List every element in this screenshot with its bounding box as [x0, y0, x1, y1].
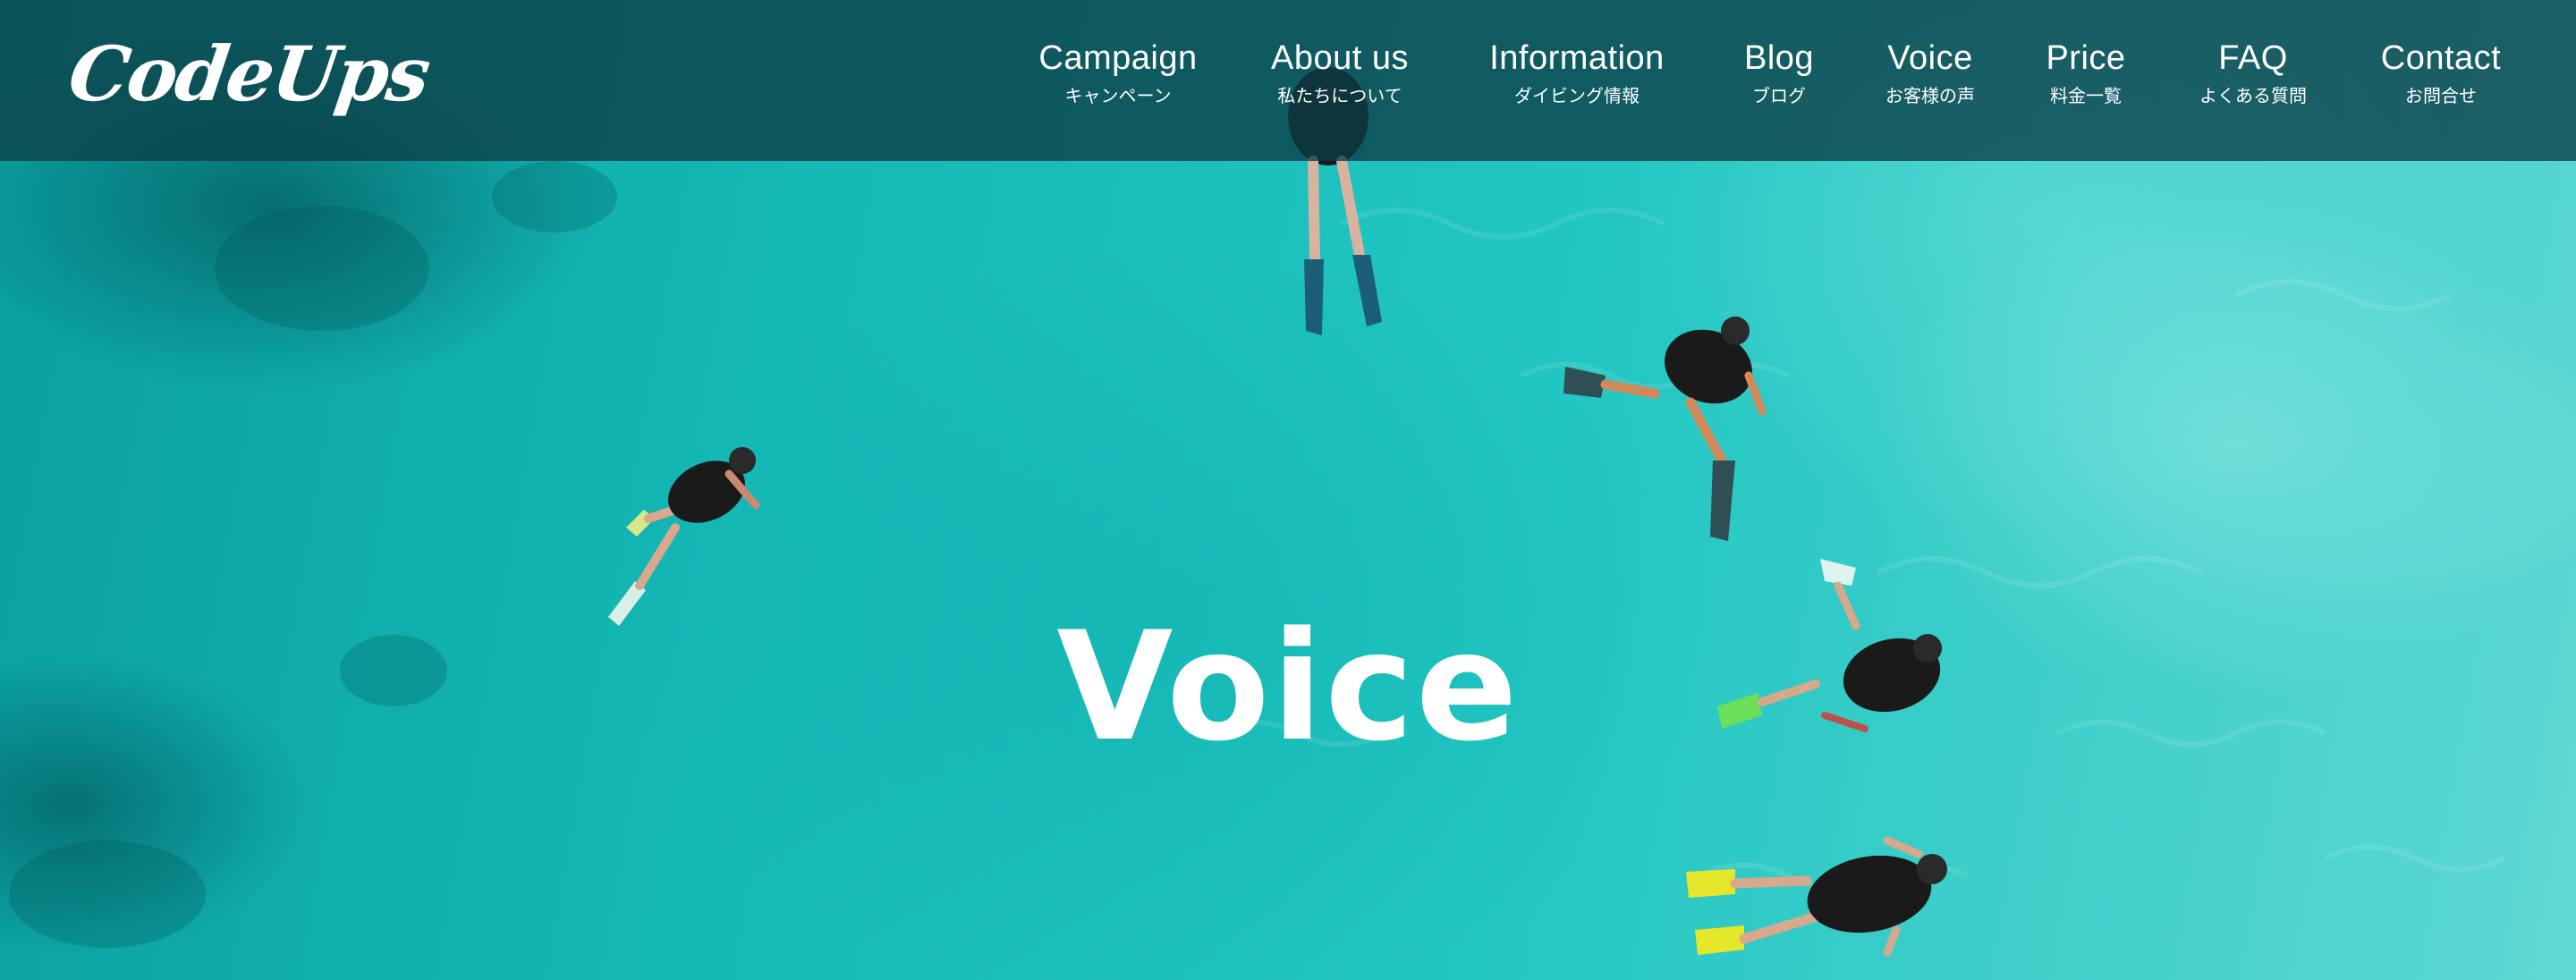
nav-item-information[interactable]: Information ダイビング情報	[1489, 36, 1665, 109]
nav-label: FAQ	[2218, 39, 2288, 77]
nav-item-price[interactable]: Price 料金一覧	[2046, 36, 2125, 109]
nav-label: Price	[2046, 39, 2126, 77]
diver-figure	[1563, 317, 1767, 541]
nav-sublabel: キャンペーン	[1064, 85, 1172, 106]
global-nav: Campaign キャンペーン About us 私たちについて Informa…	[0, 36, 2576, 125]
nav-label: Voice	[1887, 39, 1973, 77]
diver-figure	[1686, 836, 1947, 957]
nav-label: Blog	[1743, 39, 1815, 77]
nav-label: About us	[1271, 39, 1409, 77]
nav-label: Contact	[2380, 39, 2502, 77]
nav-item-about-us[interactable]: About us 私たちについて	[1271, 36, 1409, 109]
nav-item-faq[interactable]: FAQ よくある質問	[2199, 36, 2307, 109]
nav-sublabel: お問合せ	[2405, 85, 2477, 106]
nav-label: Campaign	[1038, 39, 1198, 77]
nav-sublabel: ダイビング情報	[1514, 85, 1640, 106]
page-title: Voice	[1056, 598, 1520, 774]
nav-sublabel: よくある質問	[2199, 85, 2307, 106]
nav-item-blog[interactable]: Blog ブログ	[1744, 36, 1814, 109]
nav-sublabel: 私たちについて	[1277, 85, 1402, 106]
nav-item-campaign[interactable]: Campaign キャンペーン	[1038, 36, 1197, 109]
nav-sublabel: お客様の声	[1885, 85, 1975, 106]
nav-sublabel: ブログ	[1752, 85, 1806, 106]
nav-item-voice[interactable]: Voice お客様の声	[1885, 36, 1975, 109]
nav-sublabel: 料金一覧	[2049, 85, 2122, 106]
nav-item-contact[interactable]: Contact お問合せ	[2381, 36, 2501, 109]
nav-label: Information	[1489, 39, 1665, 77]
site-header: CodeUps Campaign キャンペーン About us 私たちについて…	[0, 0, 2576, 161]
